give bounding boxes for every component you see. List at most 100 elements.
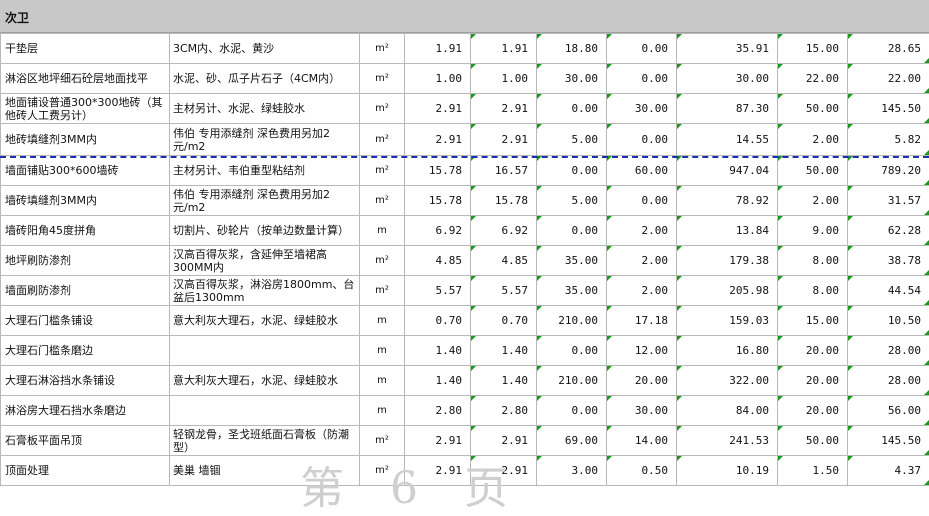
labor-price-cell[interactable]: 14.00 <box>607 426 677 456</box>
quantity-cell[interactable]: 15.78 <box>405 156 471 186</box>
item-unit-cell[interactable]: m² <box>360 276 405 306</box>
material-price-cell[interactable]: 0.00 <box>537 94 607 124</box>
material-price-cell[interactable]: 35.00 <box>537 276 607 306</box>
item-name-cell[interactable]: 石膏板平面吊顶 <box>1 426 170 456</box>
line-total-cell[interactable]: 87.30 <box>677 94 778 124</box>
line-amount-cell[interactable]: 4.37 <box>848 456 929 486</box>
line-amount-cell[interactable]: 145.50 <box>848 94 929 124</box>
labor-price-cell[interactable]: 0.00 <box>607 186 677 216</box>
line-total-cell[interactable]: 30.00 <box>677 64 778 94</box>
labor-price-cell[interactable]: 0.00 <box>607 34 677 64</box>
item-name-cell[interactable]: 墙面刷防渗剂 <box>1 276 170 306</box>
material-price-cell[interactable]: 30.00 <box>537 64 607 94</box>
billed-quantity-cell[interactable]: 0.70 <box>471 306 537 336</box>
item-name-cell[interactable]: 墙砖阳角45度拼角 <box>1 216 170 246</box>
material-price-cell[interactable]: 3.00 <box>537 456 607 486</box>
item-unit-cell[interactable]: m <box>360 216 405 246</box>
line-total-cell[interactable]: 10.19 <box>677 456 778 486</box>
quantity-cell[interactable]: 2.91 <box>405 94 471 124</box>
item-name-cell[interactable]: 大理石门槛条磨边 <box>1 336 170 366</box>
item-unit-cell[interactable]: m² <box>360 426 405 456</box>
item-unit-cell[interactable]: m <box>360 306 405 336</box>
line-amount-cell[interactable]: 5.82 <box>848 124 929 156</box>
billed-quantity-cell[interactable]: 16.57 <box>471 156 537 186</box>
unit-rate-cell[interactable]: 50.00 <box>778 156 848 186</box>
labor-price-cell[interactable]: 20.00 <box>607 366 677 396</box>
unit-rate-cell[interactable]: 20.00 <box>778 396 848 426</box>
item-material-cell[interactable]: 轻钢龙骨，圣戈班纸面石膏板（防潮型） <box>170 426 360 456</box>
material-price-cell[interactable]: 5.00 <box>537 124 607 156</box>
material-price-cell[interactable]: 35.00 <box>537 246 607 276</box>
line-total-cell[interactable]: 16.80 <box>677 336 778 366</box>
item-name-cell[interactable]: 大理石门槛条铺设 <box>1 306 170 336</box>
item-material-cell[interactable]: 主材另计、水泥、绿蛙胶水 <box>170 94 360 124</box>
quantity-cell[interactable]: 2.91 <box>405 426 471 456</box>
labor-price-cell[interactable]: 0.50 <box>607 456 677 486</box>
unit-rate-cell[interactable]: 1.50 <box>778 456 848 486</box>
billed-quantity-cell[interactable]: 4.85 <box>471 246 537 276</box>
item-unit-cell[interactable]: m² <box>360 124 405 156</box>
labor-price-cell[interactable]: 60.00 <box>607 156 677 186</box>
unit-rate-cell[interactable]: 22.00 <box>778 64 848 94</box>
item-material-cell[interactable]: 汉高百得灰浆，含延伸至墙裙高300MM内 <box>170 246 360 276</box>
quantity-cell[interactable]: 1.91 <box>405 34 471 64</box>
billed-quantity-cell[interactable]: 5.57 <box>471 276 537 306</box>
material-price-cell[interactable]: 5.00 <box>537 186 607 216</box>
line-amount-cell[interactable]: 28.00 <box>848 336 929 366</box>
line-total-cell[interactable]: 205.98 <box>677 276 778 306</box>
material-price-cell[interactable]: 0.00 <box>537 396 607 426</box>
quantity-cell[interactable]: 1.00 <box>405 64 471 94</box>
item-unit-cell[interactable]: m² <box>360 94 405 124</box>
quantity-cell[interactable]: 5.57 <box>405 276 471 306</box>
line-total-cell[interactable]: 159.03 <box>677 306 778 336</box>
unit-rate-cell[interactable]: 8.00 <box>778 246 848 276</box>
line-total-cell[interactable]: 78.92 <box>677 186 778 216</box>
line-total-cell[interactable]: 14.55 <box>677 124 778 156</box>
quantity-cell[interactable]: 1.40 <box>405 336 471 366</box>
item-name-cell[interactable]: 地面铺设普通300*300地砖（其他砖人工费另计） <box>1 94 170 124</box>
item-material-cell[interactable]: 水泥、砂、瓜子片石子（4CM内） <box>170 64 360 94</box>
unit-rate-cell[interactable]: 15.00 <box>778 306 848 336</box>
item-material-cell[interactable] <box>170 336 360 366</box>
item-unit-cell[interactable]: m² <box>360 156 405 186</box>
billed-quantity-cell[interactable]: 1.91 <box>471 34 537 64</box>
item-material-cell[interactable]: 伟伯 专用添缝剂 深色费用另加2元/m2 <box>170 124 360 156</box>
billed-quantity-cell[interactable]: 2.91 <box>471 426 537 456</box>
item-material-cell[interactable]: 3CM内、水泥、黄沙 <box>170 34 360 64</box>
line-amount-cell[interactable]: 22.00 <box>848 64 929 94</box>
line-amount-cell[interactable]: 28.65 <box>848 34 929 64</box>
unit-rate-cell[interactable]: 15.00 <box>778 34 848 64</box>
line-total-cell[interactable]: 241.53 <box>677 426 778 456</box>
material-price-cell[interactable]: 0.00 <box>537 216 607 246</box>
item-unit-cell[interactable]: m² <box>360 186 405 216</box>
billed-quantity-cell[interactable]: 1.40 <box>471 336 537 366</box>
billed-quantity-cell[interactable]: 2.80 <box>471 396 537 426</box>
unit-rate-cell[interactable]: 2.00 <box>778 186 848 216</box>
unit-rate-cell[interactable]: 20.00 <box>778 336 848 366</box>
item-unit-cell[interactable]: m <box>360 396 405 426</box>
quantity-cell[interactable]: 4.85 <box>405 246 471 276</box>
billed-quantity-cell[interactable]: 15.78 <box>471 186 537 216</box>
quantity-cell[interactable]: 6.92 <box>405 216 471 246</box>
labor-price-cell[interactable]: 17.18 <box>607 306 677 336</box>
item-material-cell[interactable]: 伟伯 专用添缝剂 深色费用另加2元/m2 <box>170 186 360 216</box>
line-total-cell[interactable]: 179.38 <box>677 246 778 276</box>
unit-rate-cell[interactable]: 2.00 <box>778 124 848 156</box>
unit-rate-cell[interactable]: 20.00 <box>778 366 848 396</box>
line-total-cell[interactable]: 947.04 <box>677 156 778 186</box>
material-price-cell[interactable]: 210.00 <box>537 306 607 336</box>
item-name-cell[interactable]: 干垫层 <box>1 34 170 64</box>
item-material-cell[interactable]: 意大利灰大理石，水泥、绿蛙胶水 <box>170 306 360 336</box>
line-amount-cell[interactable]: 38.78 <box>848 246 929 276</box>
quantity-cell[interactable]: 2.91 <box>405 124 471 156</box>
quantity-cell[interactable]: 1.40 <box>405 366 471 396</box>
line-amount-cell[interactable]: 44.54 <box>848 276 929 306</box>
labor-price-cell[interactable]: 2.00 <box>607 216 677 246</box>
item-name-cell[interactable]: 墙面铺贴300*600墙砖 <box>1 156 170 186</box>
line-total-cell[interactable]: 35.91 <box>677 34 778 64</box>
quantity-cell[interactable]: 15.78 <box>405 186 471 216</box>
line-amount-cell[interactable]: 789.20 <box>848 156 929 186</box>
line-amount-cell[interactable]: 31.57 <box>848 186 929 216</box>
item-name-cell[interactable]: 顶面处理 <box>1 456 170 486</box>
unit-rate-cell[interactable]: 9.00 <box>778 216 848 246</box>
